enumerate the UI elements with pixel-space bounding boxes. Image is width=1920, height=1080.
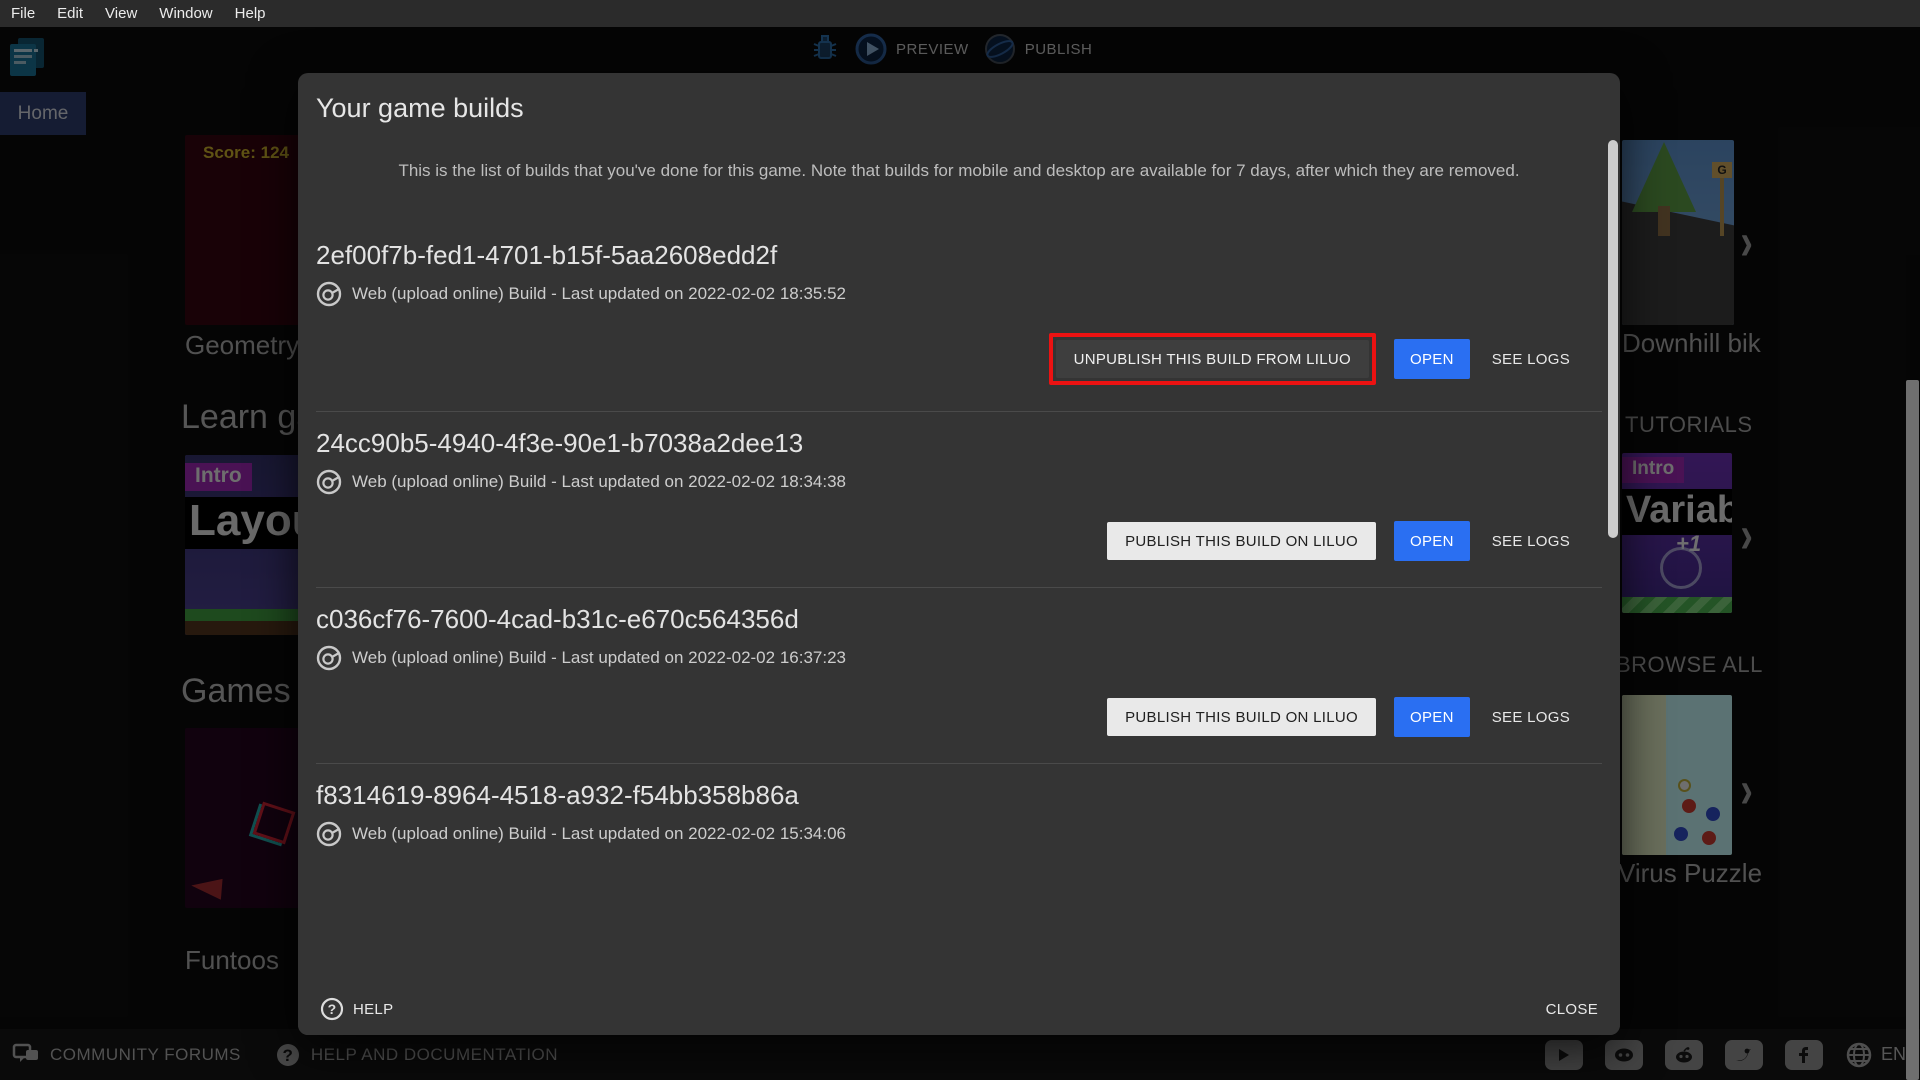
help-button[interactable]: ? HELP — [320, 997, 393, 1021]
build-subtitle: Web (upload online) Build - Last updated… — [352, 281, 846, 307]
menu-help[interactable]: Help — [224, 5, 277, 22]
build-row: 2ef00f7b-fed1-4701-b15f-5aa2608edd2f Web… — [316, 224, 1602, 412]
build-id: f8314619-8964-4518-a932-f54bb358b86a — [316, 778, 1602, 812]
menu-window[interactable]: Window — [148, 5, 223, 22]
dialog-description: This is the list of builds that you've d… — [364, 158, 1554, 184]
publish-build-button[interactable]: PUBLISH THIS BUILD ON LILUO — [1107, 522, 1376, 560]
open-build-button[interactable]: OPEN — [1394, 339, 1470, 379]
see-logs-button[interactable]: SEE LOGS — [1488, 522, 1574, 560]
menu-edit[interactable]: Edit — [46, 5, 94, 22]
close-button[interactable]: CLOSE — [1546, 1001, 1598, 1018]
chrome-web-icon — [316, 281, 342, 307]
build-subtitle: Web (upload online) Build - Last updated… — [352, 469, 846, 495]
dialog-footer: ? HELP CLOSE — [298, 983, 1620, 1035]
game-builds-dialog: Your game builds This is the list of bui… — [298, 73, 1620, 1035]
menu-bar: File Edit View Window Help — [0, 0, 1920, 27]
build-id: c036cf76-7600-4cad-b31c-e670c564356d — [316, 602, 1602, 636]
chrome-web-icon — [316, 821, 342, 847]
chrome-web-icon — [316, 645, 342, 671]
help-circle-icon: ? — [320, 997, 344, 1021]
svg-text:?: ? — [328, 1001, 337, 1017]
build-row: c036cf76-7600-4cad-b31c-e670c564356d Web… — [316, 588, 1602, 764]
annotation-highlight-box: UNPUBLISH THIS BUILD FROM LILUO — [1049, 333, 1376, 385]
build-subtitle: Web (upload online) Build - Last updated… — [352, 821, 846, 847]
build-id: 24cc90b5-4940-4f3e-90e1-b7038a2dee13 — [316, 426, 1602, 460]
see-logs-button[interactable]: SEE LOGS — [1488, 340, 1574, 378]
help-label: HELP — [353, 1001, 393, 1018]
build-row: f8314619-8964-4518-a932-f54bb358b86a Web… — [316, 764, 1602, 873]
dialog-scrollbar-thumb[interactable] — [1608, 140, 1618, 538]
app-scrollbar-thumb[interactable] — [1906, 380, 1919, 1080]
menu-file[interactable]: File — [0, 5, 46, 22]
builds-list: 2ef00f7b-fed1-4701-b15f-5aa2608edd2f Web… — [316, 224, 1602, 873]
unpublish-build-button[interactable]: UNPUBLISH THIS BUILD FROM LILUO — [1056, 340, 1369, 378]
build-subtitle: Web (upload online) Build - Last updated… — [352, 645, 846, 671]
publish-build-button[interactable]: PUBLISH THIS BUILD ON LILUO — [1107, 698, 1376, 736]
build-id: 2ef00f7b-fed1-4701-b15f-5aa2608edd2f — [316, 238, 1602, 272]
open-build-button[interactable]: OPEN — [1394, 521, 1470, 561]
dialog-title: Your game builds — [316, 93, 1620, 124]
see-logs-button[interactable]: SEE LOGS — [1488, 698, 1574, 736]
menu-view[interactable]: View — [94, 5, 148, 22]
chrome-web-icon — [316, 469, 342, 495]
build-row: 24cc90b5-4940-4f3e-90e1-b7038a2dee13 Web… — [316, 412, 1602, 588]
open-build-button[interactable]: OPEN — [1394, 697, 1470, 737]
